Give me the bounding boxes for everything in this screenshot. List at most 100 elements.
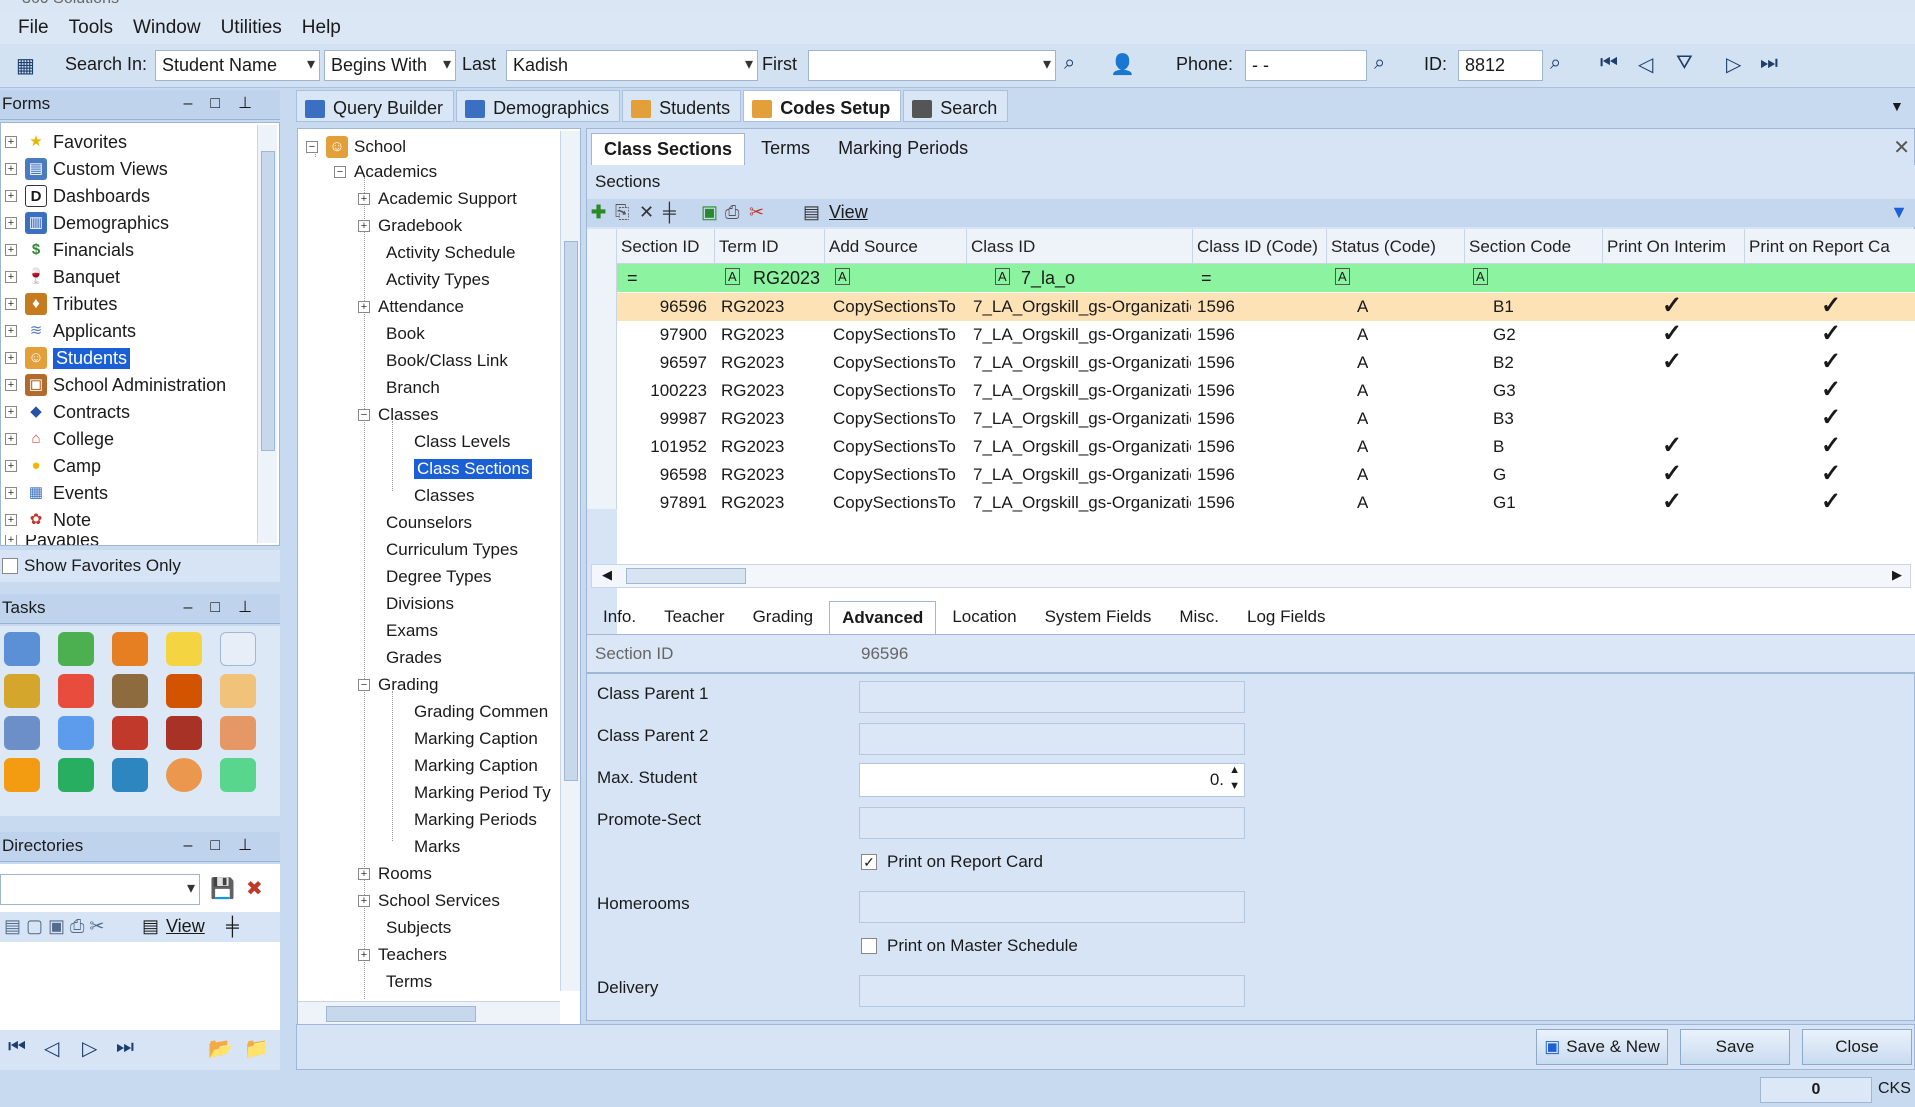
tree-item-exams[interactable]: Exams xyxy=(386,621,438,641)
scroll-left-icon[interactable]: ◀ xyxy=(602,567,612,583)
tree-item-branch[interactable]: Branch xyxy=(386,378,440,398)
pencil-task-icon[interactable] xyxy=(220,758,256,792)
table-row[interactable]: 101952 RG2023 CopySectionsTo 7_LA_Orgski… xyxy=(617,433,1915,461)
money-task-icon[interactable] xyxy=(4,674,40,708)
print-icon[interactable]: ⎙ xyxy=(725,202,739,223)
forms-item-demographics[interactable]: + ▥ Demographics xyxy=(5,212,169,234)
column-status-code[interactable]: Status (Code) xyxy=(1327,229,1465,264)
id-input[interactable]: 8812 xyxy=(1458,50,1543,81)
palette-task-icon[interactable] xyxy=(166,758,202,792)
tab-misc[interactable]: Misc. xyxy=(1167,601,1231,634)
forms-item-school-administration[interactable]: + ▣ School Administration xyxy=(5,374,226,396)
menu-tools[interactable]: Tools xyxy=(69,17,113,39)
tab-info[interactable]: Info. xyxy=(591,601,648,634)
tree-horizontal-scrollbar[interactable] xyxy=(298,1001,560,1025)
tree-item-book[interactable]: Book xyxy=(386,324,425,344)
tree-item-classes-sub[interactable]: Classes xyxy=(414,486,474,506)
pin-icon[interactable]: ╪ xyxy=(226,916,239,937)
delivery-field[interactable] xyxy=(859,975,1245,1007)
forms-item-note[interactable]: + ✿ Note xyxy=(5,509,91,531)
tab-demographics[interactable]: Demographics xyxy=(456,90,621,122)
tab-advanced[interactable]: Advanced xyxy=(829,601,937,634)
column-section-id[interactable]: Section ID xyxy=(617,229,715,264)
forms-item-dashboards[interactable]: + D Dashboards xyxy=(5,185,150,207)
tree-item-marks[interactable]: Marks xyxy=(414,837,460,857)
tree-item-degree-types[interactable]: Degree Types xyxy=(386,567,492,587)
tab-search[interactable]: Search xyxy=(903,90,1009,122)
forms-scrollbar[interactable] xyxy=(257,125,277,543)
panel-controls[interactable]: –□⊥ xyxy=(184,93,271,113)
tree-item-divisions[interactable]: Divisions xyxy=(386,594,454,614)
tab-codes-setup[interactable]: Codes Setup xyxy=(743,90,902,122)
column-term-id[interactable]: Term ID xyxy=(715,229,825,264)
forms-item-tributes[interactable]: + ♦ Tributes xyxy=(5,293,117,315)
tree-item-school[interactable]: − ☺ School xyxy=(306,136,406,158)
tab-students[interactable]: Students xyxy=(622,90,742,122)
column-print-on-report-card[interactable]: Print on Report Ca xyxy=(1745,229,1915,264)
tree-item-curriculum-types[interactable]: Curriculum Types xyxy=(386,540,518,560)
document-task-icon[interactable] xyxy=(220,632,256,666)
tree-item-marking-caption-2[interactable]: Marking Caption xyxy=(414,756,538,776)
delete-directory-icon[interactable]: ✖ xyxy=(246,876,263,901)
forms-item-college[interactable]: + ⌂ College xyxy=(5,428,114,450)
forms-item-favorites[interactable]: + ★ Favorites xyxy=(5,131,127,153)
tree-item-terms[interactable]: Terms xyxy=(386,972,432,992)
last-name-input[interactable]: Kadish xyxy=(506,50,758,81)
save-directory-icon[interactable]: 💾 xyxy=(210,876,235,901)
travel-task-icon[interactable] xyxy=(58,758,94,792)
table-row[interactable]: 96598 RG2023 CopySectionsTo 7_LA_Orgskil… xyxy=(617,461,1915,489)
directory-tools-icon[interactable]: ▤ ▢ ▣ ⎙ ✂ xyxy=(4,916,105,937)
forms-item-custom-views[interactable]: + ▤ Custom Views xyxy=(5,158,168,180)
forms-item-banquet[interactable]: + 🍷 Banquet xyxy=(5,266,120,288)
menu-file[interactable]: File xyxy=(18,17,49,39)
forms-item-students[interactable]: + ☺ Students xyxy=(5,347,131,369)
tab-query-builder[interactable]: Query Builder xyxy=(296,90,455,122)
books-task-icon[interactable] xyxy=(112,716,148,750)
id-search-icon[interactable]: ⌕ xyxy=(1550,52,1561,75)
tree-item-grading-comments[interactable]: Grading Commen xyxy=(414,702,548,722)
forms-item-payables[interactable]: + Payables xyxy=(5,535,99,545)
tree-item-teachers[interactable]: + Teachers xyxy=(358,945,447,965)
search-in-select[interactable]: Student Name xyxy=(155,50,320,81)
forms-item-financials[interactable]: + $ Financials xyxy=(5,239,134,261)
last-directory-icon[interactable]: ⏭ xyxy=(116,1036,134,1059)
calendar-task-icon[interactable] xyxy=(58,716,94,750)
tab-teacher[interactable]: Teacher xyxy=(652,601,736,634)
column-add-source[interactable]: Add Source xyxy=(825,229,967,264)
print-preview-icon[interactable]: ✂ xyxy=(749,202,764,223)
phone-input[interactable]: - - xyxy=(1245,50,1367,81)
tree-item-activity-types[interactable]: Activity Types xyxy=(386,270,490,290)
copy-row-icon[interactable]: ⎘ xyxy=(615,202,629,223)
tree-item-subjects[interactable]: Subjects xyxy=(386,918,451,938)
tabs-dropdown-icon[interactable]: ▼ xyxy=(1890,98,1904,114)
tree-item-class-levels[interactable]: Class Levels xyxy=(414,432,510,452)
tree-vertical-scrollbar[interactable] xyxy=(560,131,580,991)
tree-item-school-services[interactable]: + School Services xyxy=(358,891,500,911)
table-row[interactable]: 99987 RG2023 CopySectionsTo 7_LA_Orgskil… xyxy=(617,405,1915,433)
tree-item-book-class-link[interactable]: Book/Class Link xyxy=(386,351,508,371)
close-content-icon[interactable]: ✕ xyxy=(1893,135,1910,160)
add-row-icon[interactable]: ✚ xyxy=(591,202,606,223)
filter-icon[interactable]: ⛛ xyxy=(1676,52,1693,75)
filter-icon[interactable]: ▼ xyxy=(1890,202,1908,223)
tree-item-class-sections[interactable]: Class Sections xyxy=(414,459,533,479)
column-section-code[interactable]: Section Code xyxy=(1465,229,1603,264)
sticky-note-task-icon[interactable] xyxy=(166,632,202,666)
view-button[interactable]: View xyxy=(829,202,868,223)
school-task-icon[interactable] xyxy=(112,674,148,708)
table-row[interactable]: 100223 RG2023 CopySectionsTo 7_LA_Orgski… xyxy=(617,377,1915,405)
close-folder-icon[interactable]: 📁 xyxy=(244,1036,269,1061)
tree-item-academics[interactable]: − Academics xyxy=(334,162,437,182)
tree-item-counselors[interactable]: Counselors xyxy=(386,513,472,533)
heart-task-icon[interactable] xyxy=(58,674,94,708)
menu-help[interactable]: Help xyxy=(302,17,341,39)
panel-controls[interactable]: –□⊥ xyxy=(184,597,271,617)
forms-item-camp[interactable]: + ● Camp xyxy=(5,455,101,477)
tab-system-fields[interactable]: System Fields xyxy=(1033,601,1164,634)
print-master-schedule-checkbox[interactable] xyxy=(861,938,877,954)
tree-item-activity-schedule[interactable]: Activity Schedule xyxy=(386,243,515,263)
drum-task-icon[interactable] xyxy=(166,674,202,708)
show-favorites-checkbox[interactable] xyxy=(2,558,18,574)
last-record-icon[interactable]: ⏭ xyxy=(1760,52,1778,75)
column-class-id[interactable]: Class ID xyxy=(967,229,1193,264)
